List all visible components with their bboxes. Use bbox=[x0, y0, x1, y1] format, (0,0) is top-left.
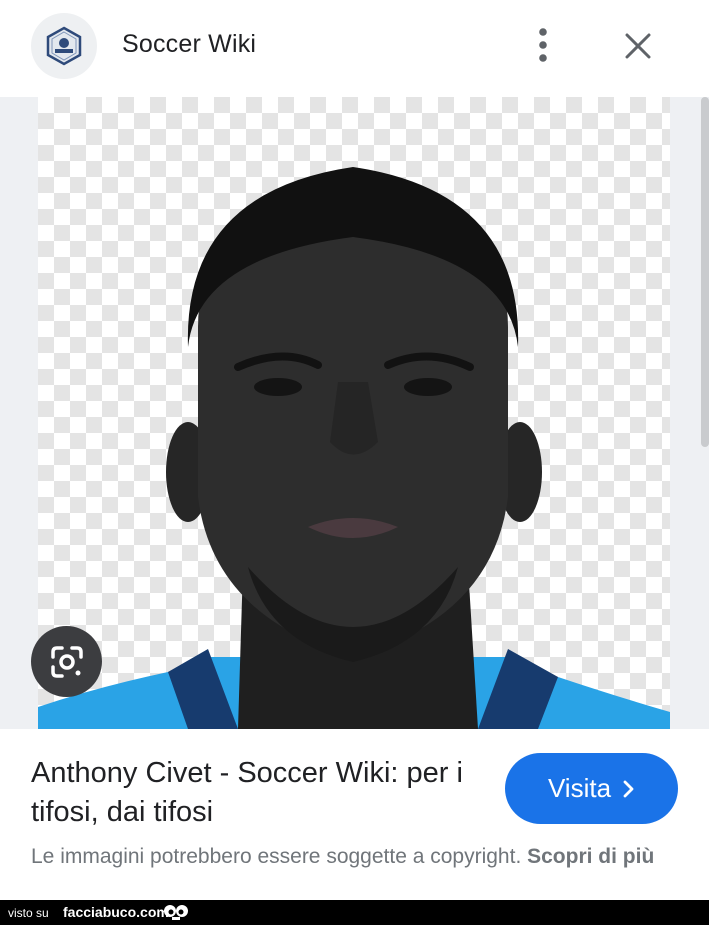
scrollbar[interactable] bbox=[701, 97, 709, 447]
brand-watermark: facciabuco.com bbox=[63, 904, 169, 920]
result-title[interactable]: Anthony Civet - Soccer Wiki: per i tifos… bbox=[31, 754, 481, 832]
chevron-right-icon bbox=[623, 780, 634, 797]
result-info-panel: Anthony Civet - Soccer Wiki: per i tifos… bbox=[0, 729, 709, 900]
close-icon bbox=[625, 33, 651, 59]
seen-on-label: visto su bbox=[8, 906, 49, 920]
copyright-notice: Le immagini potrebbero essere soggette a… bbox=[31, 841, 681, 872]
lens-search-button[interactable] bbox=[31, 626, 102, 697]
app-header: Soccer Wiki bbox=[0, 0, 709, 97]
vertical-dots-icon bbox=[539, 28, 547, 62]
googly-eyes-icon bbox=[164, 905, 188, 920]
site-logo bbox=[31, 13, 97, 79]
copyright-text: Le immagini potrebbero essere soggette a… bbox=[31, 845, 522, 868]
learn-more-link[interactable]: Scopri di più bbox=[527, 845, 654, 868]
close-button[interactable] bbox=[618, 26, 658, 66]
more-options-button[interactable] bbox=[526, 22, 560, 68]
player-photo bbox=[38, 167, 670, 729]
visit-button-label: Visita bbox=[547, 773, 612, 803]
site-name: Soccer Wiki bbox=[122, 30, 257, 58]
watermark-footer: visto su facciabuco.com bbox=[0, 900, 709, 925]
image-viewer bbox=[0, 97, 709, 729]
visit-button[interactable]: Visita bbox=[505, 753, 678, 824]
soccer-wiki-logo-icon bbox=[46, 26, 82, 66]
google-lens-icon bbox=[50, 645, 83, 678]
